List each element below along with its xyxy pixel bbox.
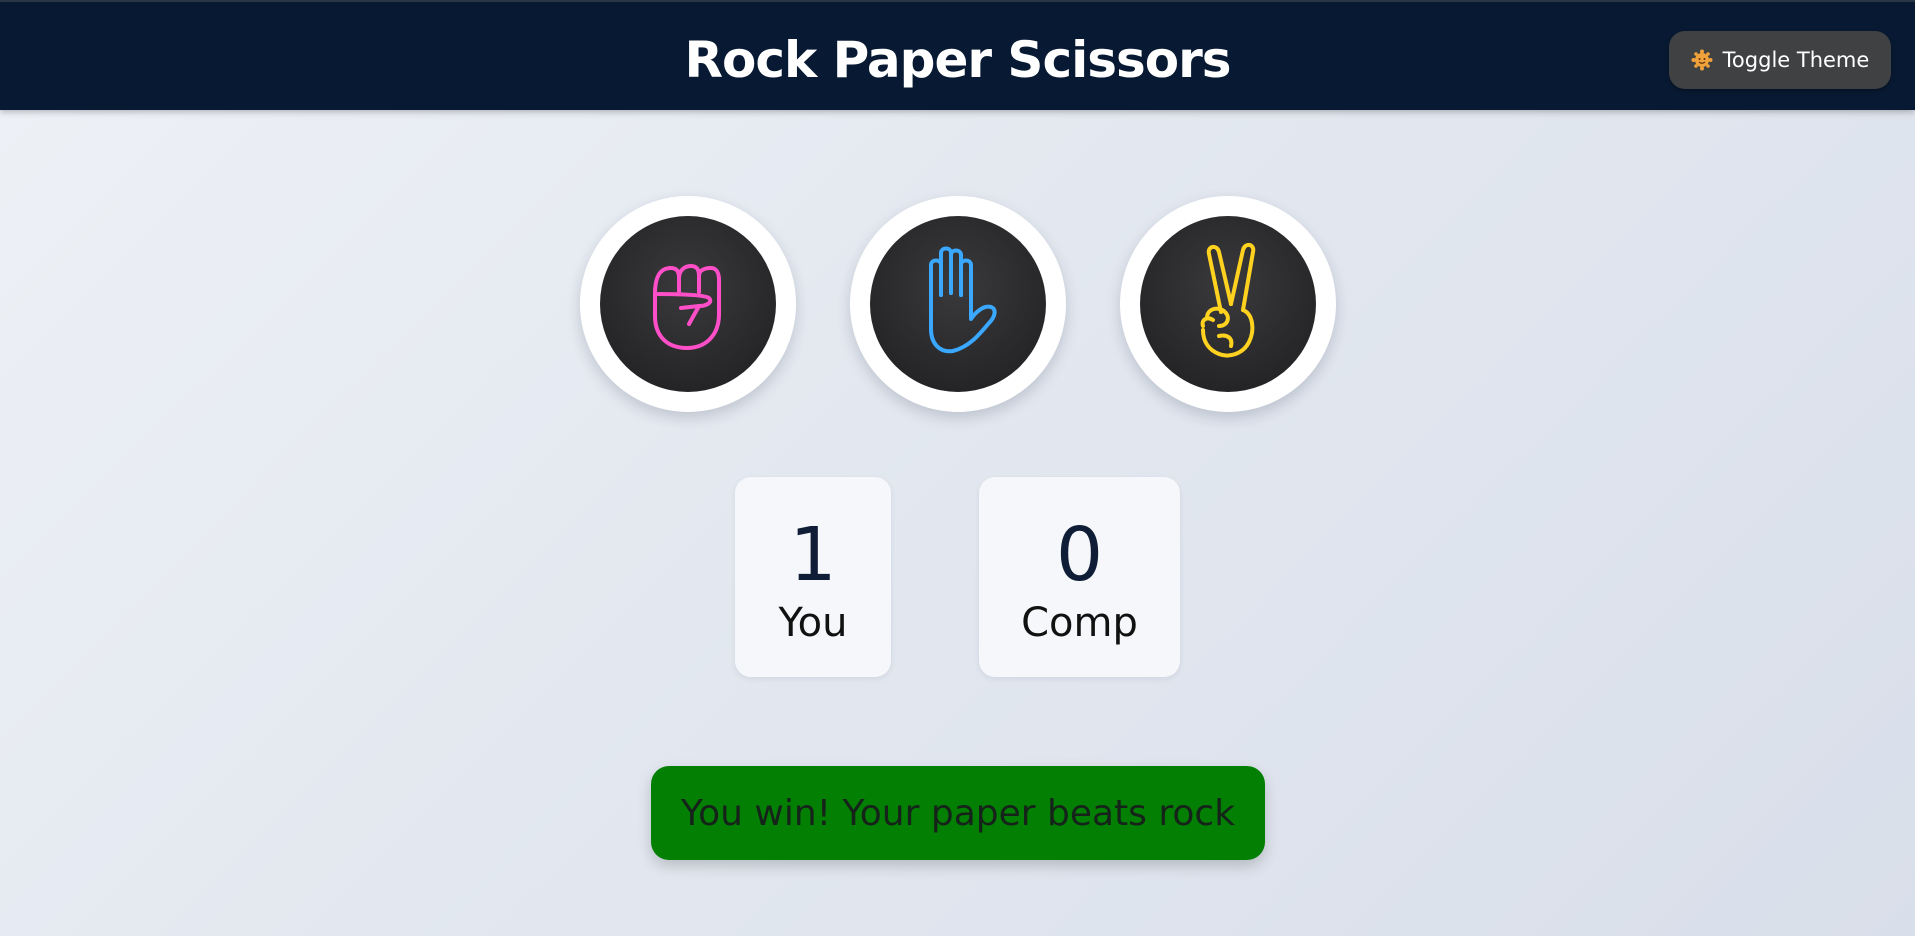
paper-choice-face	[869, 216, 1046, 392]
choice-row	[0, 196, 1915, 412]
rock-choice-button[interactable]	[579, 196, 796, 412]
user-score-value: 1	[789, 512, 837, 598]
neon-fist-icon	[652, 264, 721, 350]
scissors-choice-button[interactable]	[1119, 196, 1336, 412]
toggle-theme-button[interactable]: Toggle Theme	[1669, 31, 1891, 89]
scissors-choice-face	[1139, 216, 1316, 392]
neon-open-hand-icon	[928, 246, 997, 354]
result-message: You win! Your paper beats rock	[651, 766, 1265, 860]
rock-choice-face	[599, 216, 776, 392]
computer-score-label: Comp	[1021, 600, 1138, 646]
user-score-label: You	[778, 600, 848, 646]
sun-face-icon	[1691, 49, 1713, 71]
paper-choice-button[interactable]	[849, 196, 1066, 412]
top-bar: Rock Paper Scissors Toggle Theme	[0, 0, 1915, 110]
computer-score-value: 0	[1055, 512, 1104, 598]
page-title: Rock Paper Scissors	[684, 31, 1231, 89]
computer-score-card: 0 Comp	[979, 477, 1180, 677]
user-score-card: 1 You	[735, 477, 891, 677]
neon-peace-hand-icon	[1200, 243, 1255, 358]
toggle-theme-label: Toggle Theme	[1722, 48, 1870, 72]
scoreboard: 1 You 0 Comp	[0, 477, 1915, 677]
